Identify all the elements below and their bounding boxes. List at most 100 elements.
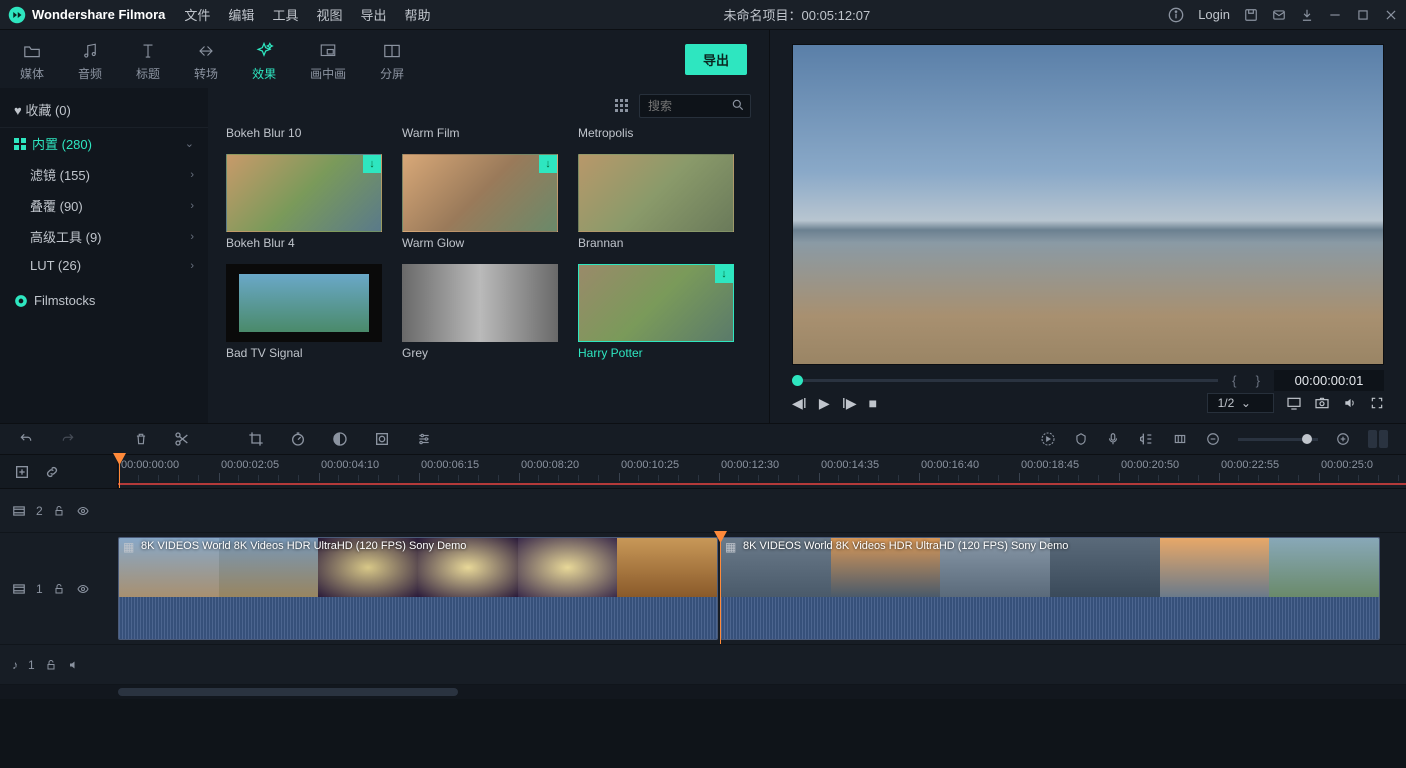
playhead[interactable]	[119, 455, 120, 488]
snapshot-icon[interactable]	[1314, 396, 1330, 410]
mail-icon[interactable]	[1272, 8, 1286, 22]
tab-effects[interactable]: 效果	[246, 38, 282, 84]
audio-mixer-button[interactable]	[1138, 431, 1154, 447]
speed-button[interactable]	[290, 431, 306, 447]
lock-icon[interactable]	[53, 582, 65, 596]
zoom-out-button[interactable]	[1206, 432, 1220, 446]
quality-icon[interactable]	[1286, 396, 1302, 410]
download-badge-icon[interactable]: ↓	[363, 155, 381, 173]
menu-export[interactable]: 导出	[351, 5, 395, 24]
track-lane-v2[interactable]	[118, 489, 1406, 532]
menu-help[interactable]: 帮助	[395, 5, 439, 24]
stop-button[interactable]: ■	[869, 395, 877, 411]
sidebar-item-overlays[interactable]: 叠覆 (90)›	[0, 190, 208, 221]
volume-icon[interactable]	[1342, 396, 1358, 410]
menu-edit[interactable]: 编辑	[219, 5, 263, 24]
grid-view-icon[interactable]	[615, 99, 629, 113]
mark-braces[interactable]: { }	[1232, 373, 1264, 388]
next-frame-button[interactable]: Ⅰ▶	[842, 395, 857, 412]
fullscreen-icon[interactable]	[1370, 396, 1384, 410]
effect-thumb[interactable]: ↓	[578, 264, 734, 342]
scrubber-handle[interactable]	[792, 375, 803, 386]
favorites-row[interactable]: ♥ 收藏 (0)	[0, 92, 208, 128]
color-button[interactable]	[332, 431, 348, 447]
redo-button[interactable]	[60, 432, 76, 446]
text-icon	[139, 42, 157, 60]
effect-thumb[interactable]	[226, 264, 382, 342]
sidebar-builtin[interactable]: 内置 (280)⌄	[0, 128, 208, 159]
greenscreen-button[interactable]	[374, 431, 390, 447]
download-badge-icon[interactable]: ↓	[715, 265, 733, 283]
preview-timecode: 00:00:00:01	[1274, 370, 1384, 391]
mark-in-out-button[interactable]	[1172, 432, 1188, 446]
timeline-zoom-slider[interactable]	[1238, 438, 1318, 441]
chevron-right-icon: ›	[190, 231, 194, 243]
sidebar-filmstocks[interactable]: Filmstocks	[0, 279, 208, 322]
lock-icon[interactable]	[45, 658, 57, 672]
speaker-icon[interactable]	[67, 659, 81, 671]
play-button[interactable]: ▶	[819, 395, 830, 412]
preview-scrubber[interactable]	[792, 379, 1218, 382]
login-link[interactable]: Login	[1198, 7, 1230, 22]
tab-split[interactable]: 分屏	[374, 38, 410, 84]
video-clip[interactable]: ▦ 8K VIDEOS World 8K Videos HDR UltraHD …	[118, 537, 718, 640]
brand-label: Wondershare Filmora	[32, 7, 165, 22]
chevron-down-icon: ⌄	[185, 137, 194, 150]
window-maximize-icon[interactable]	[1356, 8, 1370, 22]
record-vo-button[interactable]	[1106, 431, 1120, 447]
window-minimize-icon[interactable]	[1328, 8, 1342, 22]
download-icon[interactable]	[1300, 8, 1314, 22]
download-badge-icon[interactable]: ↓	[539, 155, 557, 173]
effect-thumb[interactable]: ↓	[402, 154, 558, 232]
ruler-tick: 00:00:22:55	[1221, 459, 1279, 471]
sidebar-item-advanced[interactable]: 高级工具 (9)›	[0, 221, 208, 252]
playhead[interactable]	[720, 533, 721, 644]
tab-transition[interactable]: 转场	[188, 38, 224, 84]
prev-frame-button[interactable]: ◀Ⅰ	[792, 395, 807, 412]
sidebar-item-lut[interactable]: LUT (26)›	[0, 252, 208, 279]
render-button[interactable]	[1040, 431, 1056, 447]
adjust-button[interactable]	[416, 432, 432, 446]
scrollbar-thumb[interactable]	[118, 688, 458, 696]
zoom-fit-button[interactable]	[1368, 430, 1388, 448]
menu-tools[interactable]: 工具	[263, 5, 307, 24]
effect-thumb[interactable]	[578, 154, 734, 232]
track-lane-a1[interactable]	[118, 645, 1406, 684]
tab-title[interactable]: 标题	[130, 38, 166, 84]
tab-media[interactable]: 媒体	[14, 38, 50, 84]
split-button[interactable]	[174, 431, 190, 447]
menu-view[interactable]: 视图	[307, 5, 351, 24]
eye-icon[interactable]	[75, 505, 91, 517]
menu-file[interactable]: 文件	[175, 5, 219, 24]
sidebar-item-filters[interactable]: 滤镜 (155)›	[0, 159, 208, 190]
add-track-button[interactable]	[14, 464, 30, 480]
preview-zoom-select[interactable]: 1/2 ⌄	[1207, 393, 1274, 413]
delete-button[interactable]	[134, 431, 148, 447]
marker-button[interactable]	[1074, 431, 1088, 447]
video-clip[interactable]: ▦ 8K VIDEOS World 8K Videos HDR UltraHD …	[720, 537, 1380, 640]
effect-label: Warm Glow	[402, 232, 558, 260]
search-icon[interactable]	[731, 98, 745, 112]
eye-icon[interactable]	[75, 583, 91, 595]
export-button[interactable]: 导出	[685, 44, 747, 75]
slider-knob[interactable]	[1302, 434, 1312, 444]
effect-thumb[interactable]	[402, 264, 558, 342]
preview-viewport[interactable]	[792, 44, 1384, 365]
info-icon[interactable]	[1168, 7, 1184, 23]
timeline-ruler[interactable]: 00:00:00:0000:00:02:0500:00:04:1000:00:0…	[118, 455, 1406, 488]
undo-button[interactable]	[18, 432, 34, 446]
link-button[interactable]	[44, 464, 60, 480]
track-header-a1: ♪ 1	[0, 645, 118, 684]
tab-pip[interactable]: 画中画	[304, 38, 352, 84]
app-logo-icon	[8, 6, 26, 24]
window-close-icon[interactable]	[1384, 8, 1398, 22]
crop-button[interactable]	[248, 431, 264, 447]
zoom-in-button[interactable]	[1336, 432, 1350, 446]
effect-label: Bad TV Signal	[226, 342, 382, 370]
lock-icon[interactable]	[53, 504, 65, 518]
effect-thumb[interactable]: ↓	[226, 154, 382, 232]
save-icon[interactable]	[1244, 8, 1258, 22]
tab-audio[interactable]: 音频	[72, 38, 108, 84]
track-lane-v1[interactable]: ▦ 8K VIDEOS World 8K Videos HDR UltraHD …	[118, 533, 1406, 644]
timeline-hscroll[interactable]	[0, 685, 1406, 699]
